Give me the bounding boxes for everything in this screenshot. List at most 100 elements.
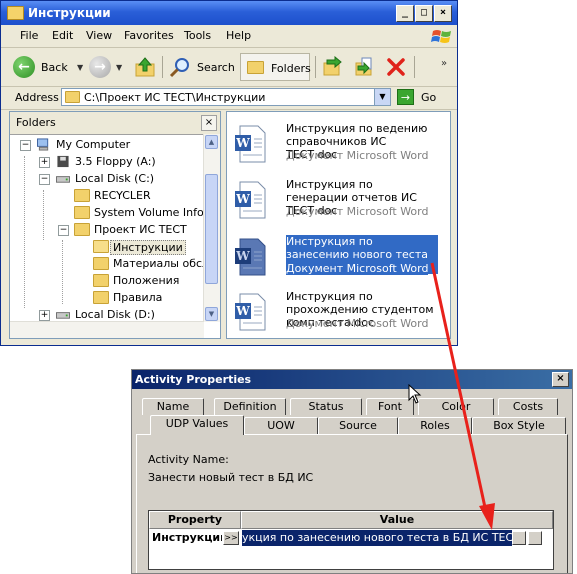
go-arrow-icon: → bbox=[397, 89, 414, 105]
folder-icon bbox=[7, 6, 24, 20]
maximize-button[interactable]: □ bbox=[415, 5, 433, 22]
tab-status[interactable]: Status bbox=[290, 398, 362, 415]
file-item[interactable]: W Инструкция по ведению справочников ИС … bbox=[231, 122, 449, 176]
computer-icon bbox=[37, 138, 49, 151]
search-label[interactable]: Search bbox=[197, 61, 235, 74]
word-document-icon: W bbox=[235, 238, 266, 276]
file-item-selected[interactable]: W Инструкция по занесению нового теста в… bbox=[231, 235, 449, 289]
folder-up-icon[interactable] bbox=[134, 56, 156, 78]
activity-name-value: Занести новый тест в БД ИС bbox=[148, 471, 314, 484]
folder-icon bbox=[93, 257, 109, 270]
folder-open-icon bbox=[93, 240, 109, 253]
back-label[interactable]: Back bbox=[41, 61, 68, 74]
udp-grid[interactable]: Property Value Инструкции >> укция по за… bbox=[148, 510, 554, 570]
menu-tools[interactable]: Tools bbox=[184, 29, 211, 42]
delete-icon[interactable] bbox=[386, 57, 406, 77]
go-label: Go bbox=[421, 91, 437, 104]
vertical-scrollbar[interactable]: ▲ ▼ bbox=[203, 134, 220, 322]
file-list-pane[interactable]: W Инструкция по ведению справочников ИС … bbox=[226, 111, 451, 339]
folders-pane[interactable]: Folders × − My Computer + 3.5 Floppy (A:… bbox=[9, 111, 221, 339]
tree-label: System Volume Informa bbox=[94, 206, 221, 219]
copy-to-icon[interactable] bbox=[353, 56, 375, 78]
minimize-button[interactable]: _ bbox=[396, 5, 414, 22]
tab-name[interactable]: Name bbox=[142, 398, 204, 415]
menu-view[interactable]: View bbox=[86, 29, 112, 42]
mouse-cursor-icon bbox=[408, 384, 422, 404]
horizontal-scrollbar[interactable] bbox=[10, 321, 204, 338]
toolbar-separator bbox=[315, 56, 316, 78]
tab-uow[interactable]: UOW bbox=[244, 417, 318, 434]
tab-source[interactable]: Source bbox=[318, 417, 398, 434]
close-button[interactable]: × bbox=[434, 5, 452, 22]
column-header-property[interactable]: Property bbox=[149, 511, 241, 529]
property-cell: Инструкции bbox=[152, 531, 222, 544]
expand-button[interactable]: >> bbox=[223, 531, 239, 545]
edit-button[interactable] bbox=[528, 531, 542, 545]
toolbar-overflow-chevron-icon[interactable]: » bbox=[441, 58, 447, 69]
menu-file[interactable]: File bbox=[20, 29, 38, 42]
menu-favorites[interactable]: Favorites bbox=[124, 29, 174, 42]
svg-text:W: W bbox=[235, 249, 250, 263]
column-header-value[interactable]: Value bbox=[241, 511, 553, 529]
collapse-icon[interactable]: − bbox=[58, 225, 69, 236]
tree-line bbox=[62, 240, 63, 304]
explorer-titlebar[interactable]: Инструкции _ □ × bbox=[1, 1, 457, 25]
menu-bar: File Edit View Favorites Tools Help bbox=[1, 25, 457, 48]
chevron-down-icon[interactable]: ▼ bbox=[77, 63, 83, 72]
tab-color[interactable]: Color bbox=[418, 398, 494, 415]
folder-icon bbox=[74, 189, 90, 202]
tree-label: Инструкции bbox=[110, 240, 186, 255]
close-pane-button[interactable]: × bbox=[201, 115, 217, 131]
tab-box-style[interactable]: Box Style bbox=[472, 417, 566, 434]
menu-help[interactable]: Help bbox=[226, 29, 251, 42]
window-title: Инструкции bbox=[28, 6, 111, 20]
address-label: Address bbox=[15, 91, 59, 104]
file-item[interactable]: W Инструкция по прохождению студентом ко… bbox=[231, 290, 449, 338]
file-type: Документ Microsoft Word bbox=[286, 262, 429, 275]
drive-icon bbox=[56, 312, 70, 319]
search-icon[interactable] bbox=[169, 56, 191, 78]
standard-toolbar: ← Back ▼ → ▼ Search Folders » bbox=[1, 48, 457, 87]
folders-pane-title: Folders bbox=[16, 116, 56, 129]
dialog-title: Activity Properties bbox=[135, 373, 252, 386]
tree-line bbox=[24, 156, 25, 308]
tab-roles[interactable]: Roles bbox=[398, 417, 472, 434]
tree-label: Положения bbox=[113, 274, 180, 287]
svg-text:W: W bbox=[235, 304, 250, 318]
tab-udp-values[interactable]: UDP Values bbox=[150, 415, 244, 435]
folders-pane-header: Folders × bbox=[10, 112, 220, 135]
close-button[interactable]: × bbox=[552, 372, 569, 387]
scroll-down-icon[interactable]: ▼ bbox=[205, 307, 218, 321]
toolbar-separator bbox=[162, 56, 163, 78]
menu-edit[interactable]: Edit bbox=[52, 29, 73, 42]
scroll-thumb[interactable] bbox=[205, 174, 218, 284]
chevron-down-icon[interactable]: ▼ bbox=[374, 89, 390, 105]
folders-button[interactable]: Folders bbox=[240, 53, 311, 81]
address-input[interactable]: C:\Проект ИС ТЕСТ\Инструкции ▼ bbox=[61, 88, 391, 106]
tree-label: RECYCLER bbox=[94, 189, 151, 202]
dialog-titlebar[interactable]: Activity Properties × bbox=[132, 370, 572, 389]
tree-line bbox=[43, 190, 44, 240]
tab-font[interactable]: Font bbox=[366, 398, 414, 415]
file-item[interactable]: W Инструкция по генерации отчетов ИС ТЕС… bbox=[231, 178, 449, 232]
move-to-icon[interactable] bbox=[321, 56, 343, 78]
file-type: Документ Microsoft Word bbox=[286, 149, 429, 162]
word-document-icon: W bbox=[235, 125, 266, 163]
collapse-icon[interactable]: − bbox=[39, 174, 50, 185]
value-cell[interactable]: укция по занесению нового теста в БД ИС … bbox=[242, 530, 512, 546]
collapse-icon[interactable]: − bbox=[20, 140, 31, 151]
folders-label: Folders bbox=[271, 62, 311, 75]
back-arrow-icon[interactable]: ← bbox=[13, 56, 35, 78]
expand-icon[interactable]: + bbox=[39, 157, 50, 168]
file-type: Документ Microsoft Word bbox=[286, 317, 429, 330]
tree-label: Local Disk (C:) bbox=[75, 172, 155, 185]
tab-definition[interactable]: Definition bbox=[214, 398, 286, 415]
tab-costs[interactable]: Costs bbox=[498, 398, 558, 415]
expand-icon[interactable]: + bbox=[39, 310, 50, 321]
address-value: C:\Проект ИС ТЕСТ\Инструкции bbox=[84, 91, 266, 104]
forward-arrow-icon[interactable]: → bbox=[89, 56, 111, 78]
scroll-up-icon[interactable]: ▲ bbox=[205, 135, 218, 149]
chevron-down-icon[interactable]: ▼ bbox=[116, 63, 122, 72]
tree-label: My Computer bbox=[56, 138, 131, 151]
ellipsis-button[interactable] bbox=[512, 531, 526, 545]
